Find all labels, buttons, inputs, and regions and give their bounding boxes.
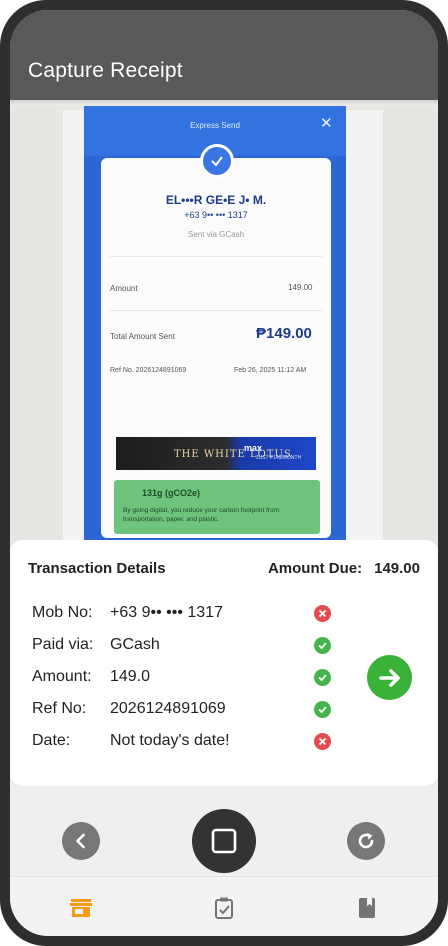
amount-due-value: 149.00 <box>374 560 420 577</box>
receipt-close-icon: ✕ <box>320 115 333 132</box>
receipt-recipient-mobile: +63 9•• ••• 1317 <box>184 210 248 220</box>
next-button[interactable] <box>367 655 412 700</box>
transaction-details-title: Transaction Details <box>28 560 166 577</box>
arrow-right-icon <box>378 668 400 687</box>
amount-due-label: Amount Due: <box>267 560 363 577</box>
receipt-date: Feb 26, 2025 11:12 AM <box>234 367 307 374</box>
nav-store[interactable] <box>68 895 94 921</box>
detail-label: Date: <box>32 732 71 749</box>
banner-subtitle: JUST ₱149/MONTH <box>256 455 302 461</box>
detail-value: 2026124891069 <box>110 700 226 717</box>
clipboard-check-icon <box>215 897 233 919</box>
receipt-total-label: Total Amount Sent <box>110 332 175 341</box>
back-button[interactable] <box>62 822 100 860</box>
carbon-text: By going digital, you reduce your carbon… <box>123 507 280 523</box>
app-screen: Capture Receipt Express Send ✕ EL•••R GE… <box>10 10 438 936</box>
detail-label: Ref No: <box>32 700 87 717</box>
detail-value: GCash <box>110 636 160 653</box>
banner-brand: max <box>244 443 263 453</box>
amount-due: Amount Due: 149.00 <box>268 560 420 577</box>
receipt-header-title: Express Send <box>190 121 240 130</box>
receipt-divider <box>110 256 322 257</box>
store-icon <box>70 899 92 917</box>
transaction-details-panel: Transaction Details Amount Due: 149.00 Mo… <box>10 540 438 786</box>
invalid-icon <box>314 733 331 750</box>
detail-label: Amount: <box>32 668 92 685</box>
detail-value: Not today's date! <box>110 732 230 749</box>
back-icon <box>76 833 85 849</box>
detail-value: +63 9•• ••• 1317 <box>110 604 223 621</box>
capture-button[interactable] <box>192 809 256 873</box>
detail-row-ref-no: Ref No: 2026124891069 <box>32 698 352 722</box>
receipt-amount-value: 149.00 <box>288 283 313 292</box>
receipt-ad-banner: THE WHITE LOTUS max JUST ₱149/MONTH <box>116 437 316 470</box>
valid-icon <box>314 669 331 686</box>
refresh-button[interactable] <box>347 822 385 860</box>
receipt-check-icon <box>200 144 234 178</box>
detail-row-date: Date: Not today's date! <box>32 730 352 754</box>
carbon-value: 131g (gCO2e) <box>142 488 201 498</box>
nav-tasks[interactable] <box>211 895 237 921</box>
capture-icon <box>211 828 237 854</box>
carbon-footprint-card: 131g (gCO2e) By going digital, you reduc… <box>114 480 320 534</box>
phone-frame: Capture Receipt Express Send ✕ EL•••R GE… <box>0 0 448 946</box>
detail-value: 149.0 <box>110 668 151 685</box>
detail-row-paid-via: Paid via: GCash <box>32 634 352 658</box>
refresh-icon <box>358 832 374 849</box>
nav-book[interactable] <box>354 895 380 921</box>
detail-label: Paid via: <box>32 636 94 653</box>
detail-row-amount: Amount: 149.0 <box>32 666 352 690</box>
receipt-total-value: ₱149.00 <box>256 325 312 342</box>
detail-label: Mob No: <box>32 604 93 621</box>
detail-row-mobile: Mob No: +63 9•• ••• 1317 <box>32 602 352 626</box>
receipt-amount-label: Amount <box>110 284 138 293</box>
receipt-ref: Ref No. 2026124891069 <box>110 367 187 374</box>
camera-preview[interactable]: Express Send ✕ EL•••R GE•E J• M. +63 9••… <box>10 106 438 556</box>
receipt-sent-via: Sent via GCash <box>187 230 245 239</box>
book-icon <box>359 898 375 918</box>
receipt-recipient-name: EL•••R GE•E J• M. <box>165 193 267 207</box>
valid-icon <box>314 637 331 654</box>
bottom-navigation <box>10 876 438 936</box>
invalid-icon <box>314 605 331 622</box>
app-bar: Capture Receipt <box>10 10 438 100</box>
camera-controls <box>10 786 438 876</box>
page-title: Capture Receipt <box>28 59 183 82</box>
receipt-divider <box>110 310 322 311</box>
valid-icon <box>314 701 331 718</box>
